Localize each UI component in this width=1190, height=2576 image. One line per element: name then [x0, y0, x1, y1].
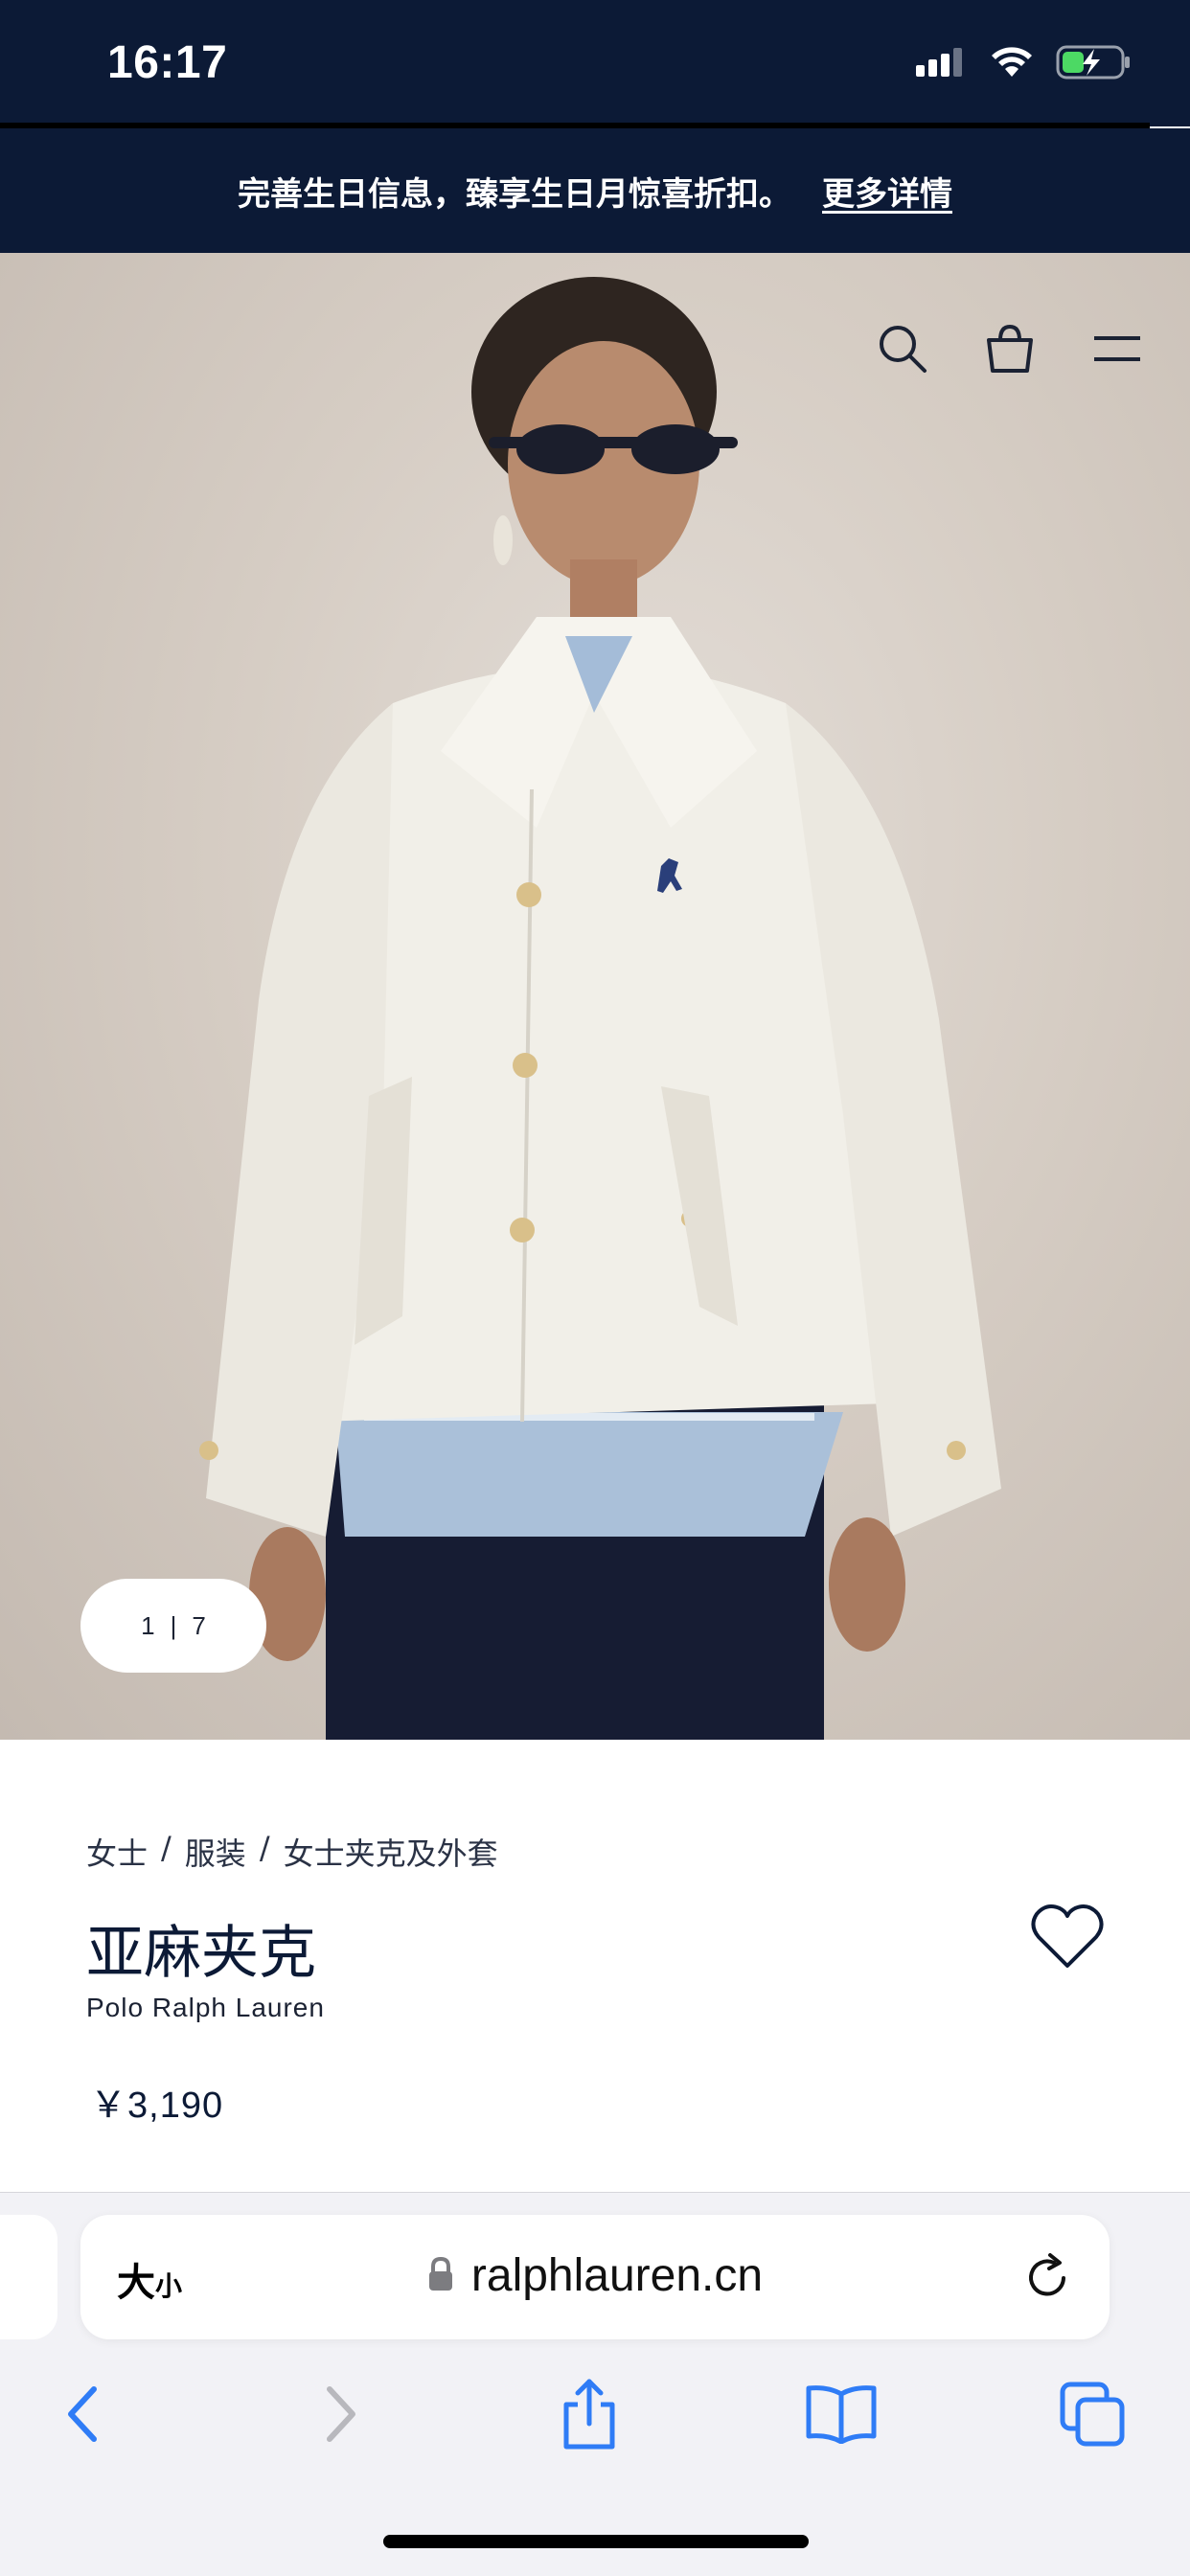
forward-icon[interactable] [303, 2366, 379, 2462]
pager-current: 1 [141, 1610, 155, 1640]
menu-icon[interactable] [1083, 314, 1152, 383]
promo-details-link[interactable]: 更多详情 [822, 168, 952, 215]
browser-toolbar [0, 2366, 1190, 2462]
reload-icon[interactable] [1021, 2251, 1073, 2303]
product-image[interactable]: 1 | 7 [0, 253, 1190, 1740]
status-time: 16:17 [107, 37, 228, 88]
previous-tab-preview[interactable] [0, 2215, 57, 2339]
url-text[interactable]: ralphlauren.cn [471, 2249, 763, 2302]
gallery-pager: 1 | 7 [80, 1579, 266, 1673]
status-bar: 16:17 [0, 0, 1190, 126]
product-price: ￥3,190 [90, 2086, 224, 2126]
breadcrumb-women[interactable]: 女士 [86, 1830, 148, 1874]
model-photo [199, 277, 1001, 1740]
pager-total: 7 [192, 1610, 206, 1640]
wifi-icon [991, 46, 1033, 82]
product-brand: Polo Ralph Lauren [86, 1993, 325, 2022]
promo-banner: 完善生日信息，臻享生日月惊喜折扣。 更多详情 [0, 128, 1190, 253]
address-bar[interactable]: 大小 ralphlauren.cn [80, 2215, 1110, 2339]
bookmarks-icon[interactable] [803, 2366, 880, 2462]
breadcrumb-jackets[interactable]: 女士夹克及外套 [284, 1830, 498, 1874]
promo-message: 完善生日信息，臻享生日月惊喜折扣。 [238, 174, 791, 214]
wishlist-heart-icon[interactable] [1029, 1903, 1106, 1972]
lock-icon [427, 2256, 454, 2295]
back-icon[interactable] [44, 2366, 121, 2462]
battery-charging-icon [1056, 44, 1133, 84]
product-title: 亚麻夹克 [86, 1920, 316, 1987]
search-icon[interactable] [868, 314, 937, 383]
breadcrumb-separator: / [259, 1830, 270, 1866]
share-icon[interactable] [551, 2366, 628, 2462]
shopping-bag-icon[interactable] [975, 314, 1044, 383]
breadcrumb: 女士 / 服装 / 女士夹克及外套 [86, 1830, 498, 1874]
home-indicator [383, 2535, 809, 2548]
tabs-icon[interactable] [1054, 2366, 1131, 2462]
status-icons [914, 42, 1133, 86]
site-header-icons [868, 314, 1152, 383]
breadcrumb-clothing[interactable]: 服装 [185, 1830, 246, 1874]
cellular-signal-icon [914, 46, 968, 82]
pager-separator: | [170, 1610, 177, 1640]
breadcrumb-separator: / [161, 1830, 172, 1866]
